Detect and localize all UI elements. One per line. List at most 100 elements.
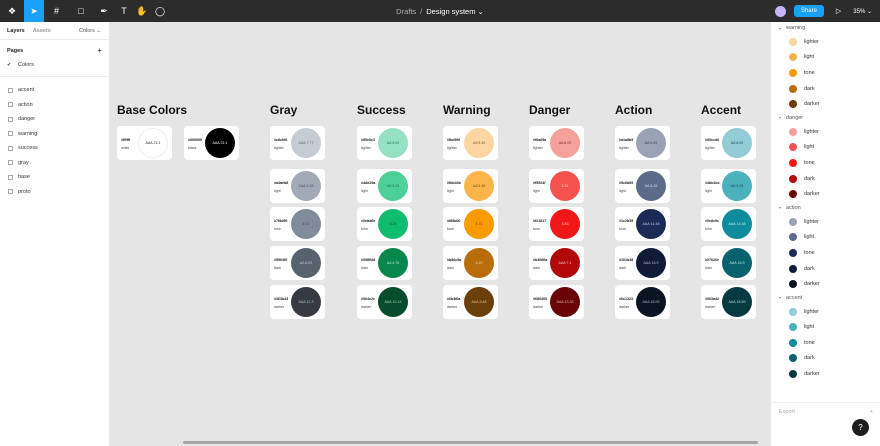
color-card[interactable]: #95e0c3 lighter AA 5.09 <box>357 126 412 160</box>
frame-tool-icon[interactable]: # <box>44 0 69 22</box>
layer-item[interactable]: gray <box>0 156 109 171</box>
color-style-item[interactable]: lighter <box>771 214 880 230</box>
file-title[interactable]: Design system ⌄ <box>426 7 484 16</box>
zoom-dropdown[interactable]: 35% ⌄ <box>853 8 872 15</box>
text-tool-icon[interactable]: T <box>115 0 133 22</box>
color-card[interactable]: #f6a09a lighter AA 6.00 <box>529 126 584 160</box>
color-card[interactable]: #07626e dark AAA 16.9 <box>701 246 756 280</box>
color-name: light <box>705 189 712 193</box>
share-button[interactable]: Share <box>793 5 824 17</box>
color-card[interactable]: #363b43 darker AAA 12.3 <box>270 285 325 319</box>
color-card[interactable]: #063a42 darker AAA 18.99 <box>701 285 756 319</box>
layer-item[interactable]: danger <box>0 112 109 127</box>
color-style-item[interactable]: tone <box>771 335 880 351</box>
color-style-item[interactable]: light <box>771 320 880 336</box>
shape-tool-icon[interactable]: □ <box>69 0 93 22</box>
layer-item[interactable]: action <box>0 98 109 113</box>
color-card[interactable]: #b86c0a dark 4.20 <box>443 246 498 280</box>
color-style-item[interactable]: light <box>771 140 880 156</box>
add-page-icon[interactable]: + <box>97 46 102 55</box>
comment-tool-icon[interactable]: ◯ <box>151 0 169 22</box>
color-card[interactable]: #a4aeb8 light AAA 5.38 <box>270 169 325 203</box>
color-card[interactable]: #4bb1bc light AA 5.45 <box>701 169 756 203</box>
color-style-item[interactable]: light <box>771 50 880 66</box>
color-card[interactable]: #1c2b55 tone AAA 14.48 <box>615 207 670 241</box>
color-hex: #fbb44b <box>447 181 461 185</box>
color-card[interactable]: #0c1323 darker AAA 18.99 <box>615 285 670 319</box>
layer-item[interactable]: warning <box>0 127 109 142</box>
color-style-item[interactable]: light <box>771 230 880 246</box>
drafts-link[interactable]: Drafts <box>396 7 416 16</box>
style-group-header[interactable]: ▾ action <box>771 202 880 214</box>
color-swatch <box>789 127 797 136</box>
color-card[interactable]: #0ebd6e tone 5.28 <box>357 207 412 241</box>
color-card[interactable]: #b3080a dark AAA 7.1 <box>529 246 584 280</box>
color-card[interactable]: #59636f dark AA 6.02 <box>270 246 325 280</box>
color-card[interactable]: #f21817 tone 3.83 <box>529 207 584 241</box>
color-card[interactable]: #7f8d99 tone 4.01 <box>270 207 325 241</box>
color-style-item[interactable]: tone <box>771 155 880 171</box>
hand-tool-icon[interactable]: ✋ <box>133 0 151 22</box>
color-name: white <box>121 146 130 150</box>
layer-label: accent <box>18 87 35 94</box>
color-style-item[interactable]: dark <box>771 81 880 97</box>
tab-layers[interactable]: Layers <box>7 28 25 34</box>
color-card[interactable]: #6b3f0a darker AAA 9.48 <box>443 285 498 319</box>
color-style-item[interactable]: dark <box>771 171 880 187</box>
figma-logo-icon[interactable]: ❖ <box>0 0 24 22</box>
color-card[interactable]: #fbb44b light AA 5.46 <box>443 169 498 203</box>
color-card[interactable]: #09894d dark AA 4.76 <box>357 246 412 280</box>
canvas[interactable]: Base Colors #ffffff white AAA 21:1 #000000 b… <box>110 22 770 446</box>
frame-icon <box>8 160 13 166</box>
color-card[interactable]: #101b38 dark AAA 16.9 <box>615 246 670 280</box>
layer-item[interactable]: success <box>0 141 109 156</box>
color-style-item[interactable]: dark <box>771 261 880 277</box>
color-card[interactable]: #fbd59f lighter AA 5.35 <box>443 126 498 160</box>
color-card[interactable]: #f89b00 tone 4.71 <box>443 207 498 241</box>
help-button[interactable]: ? <box>852 419 869 436</box>
color-swatch <box>789 37 797 46</box>
pen-tool-icon[interactable]: ✒ <box>93 0 115 22</box>
avatar[interactable] <box>774 5 786 17</box>
move-tool-icon[interactable]: ➤ <box>24 0 44 22</box>
color-swatch-circle: AA 5.09 <box>378 128 408 158</box>
color-card[interactable]: #93ccd6 lighter AA 6.09 <box>701 126 756 160</box>
color-card[interactable]: #a1a8b9 lighter AA 6.09 <box>615 126 670 160</box>
style-group-name: danger <box>786 114 804 121</box>
page-selector[interactable]: Colors ⌄ <box>79 28 101 34</box>
color-card[interactable]: #4dd19a light AA 5.26 <box>357 169 412 203</box>
pages-label: Pages <box>7 47 24 54</box>
color-style-item[interactable]: dark <box>771 351 880 367</box>
style-group-header[interactable]: ▾ warning <box>771 22 880 34</box>
color-style-item[interactable]: lighter <box>771 34 880 50</box>
color-card[interactable]: #000000 black AAA 21:1 <box>184 126 239 160</box>
color-card[interactable]: #064c2c darker AAA 10.14 <box>357 285 412 319</box>
layer-item[interactable]: accent <box>0 83 109 98</box>
color-style-item[interactable]: tone <box>771 65 880 81</box>
color-card[interactable]: #f5524f light 4.21 <box>529 169 584 203</box>
color-style-label: light <box>804 144 815 151</box>
color-style-item[interactable]: tone <box>771 245 880 261</box>
add-export-icon[interactable]: + <box>870 409 873 415</box>
color-style-item[interactable]: lighter <box>771 304 880 320</box>
color-style-item[interactable]: darker <box>771 186 880 202</box>
layer-item[interactable]: base <box>0 170 109 185</box>
color-card[interactable]: #ffffff white AAA 21:1 <box>117 126 172 160</box>
page-item-colors[interactable]: ✔ Colors <box>0 55 109 68</box>
color-style-item[interactable]: darker <box>771 96 880 112</box>
style-group-header[interactable]: ▾ accent <box>771 292 880 304</box>
color-style-label: dark <box>804 355 815 362</box>
color-style-item[interactable]: darker <box>771 366 880 382</box>
layer-item[interactable]: proto <box>0 185 109 200</box>
color-style-item[interactable]: darker <box>771 276 880 292</box>
color-card[interactable]: #c8cfd6 lighter AAA 7.77 <box>270 126 325 160</box>
horizontal-scrollbar[interactable] <box>183 441 758 444</box>
tab-assets[interactable]: Assets <box>33 28 51 34</box>
present-icon[interactable]: ▷ <box>836 7 841 15</box>
color-card[interactable]: #680405 darker AAA 13.33 <box>529 285 584 319</box>
style-group-header[interactable]: ▾ danger <box>771 112 880 124</box>
color-swatch-circle: AAA 21:1 <box>138 128 168 158</box>
color-card[interactable]: #5c6b89 light AA 5.45 <box>615 169 670 203</box>
color-card[interactable]: #0e8c9c tone AAA 14.48 <box>701 207 756 241</box>
color-style-item[interactable]: lighter <box>771 124 880 140</box>
